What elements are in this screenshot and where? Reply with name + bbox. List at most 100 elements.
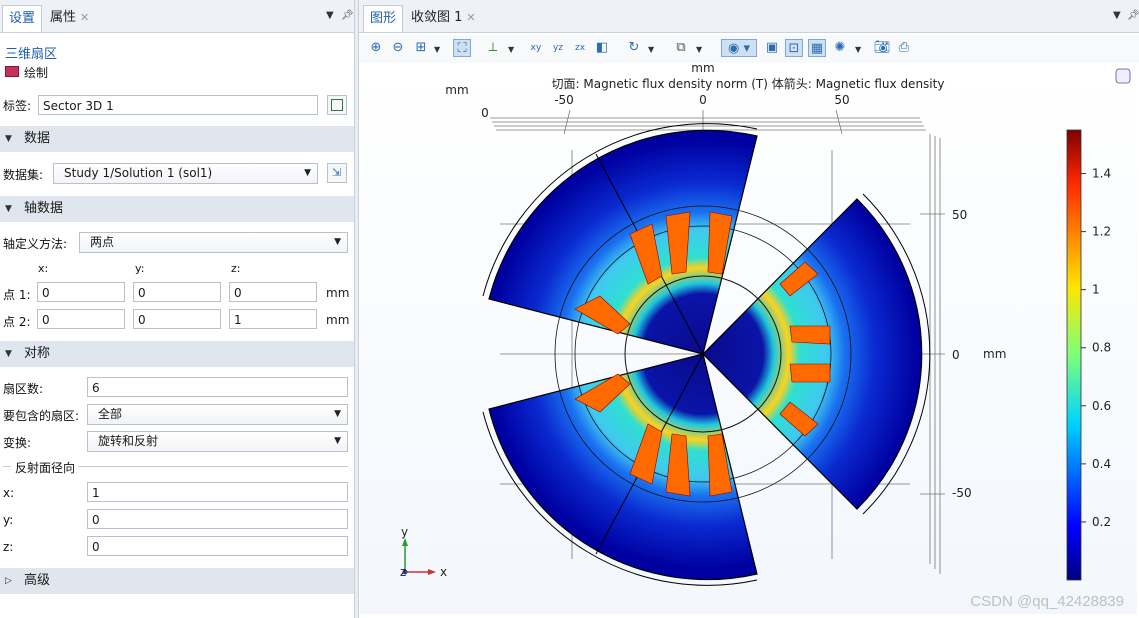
x-tick-label: 50 (834, 93, 849, 107)
triad-x-label: x (440, 565, 447, 579)
section-advanced[interactable]: ▷ 高级 (0, 568, 354, 594)
chevron-down-icon[interactable]: ▼ (855, 45, 861, 54)
tab-properties-label: 属性 (50, 10, 77, 25)
transform-value: 旋转和反射 (98, 434, 159, 448)
plot-icon (5, 66, 19, 77)
print-icon[interactable]: ⎙ (895, 39, 913, 57)
tab-convergence-plot[interactable]: 收敛图 1 ✕ (405, 5, 482, 31)
point1-y-field[interactable]: 0 (133, 282, 221, 302)
zoom-box-icon[interactable]: ⊞ (412, 39, 430, 57)
plot-canvas[interactable]: mm 切面: Magnetic flux density norm (T) 体箭… (360, 61, 1137, 614)
scene-light-icon[interactable]: ◉ ▾ (721, 39, 757, 57)
zoom-out-icon[interactable]: ⊖ (389, 39, 407, 57)
label-edit-button[interactable] (327, 95, 347, 115)
section-axis-data[interactable]: ▼ 轴数据 (0, 196, 354, 222)
section-data-label: 数据 (24, 131, 51, 146)
view-zx-icon[interactable]: zx (571, 39, 589, 57)
refl-y-field[interactable]: 0 (87, 509, 348, 529)
triad-y-label: y (401, 525, 408, 539)
point2-unit: mm (326, 313, 350, 327)
right-tab-bar: 图形 收敛图 1 ✕ ▼ 📌︎ (359, 0, 1139, 33)
transparency-icon[interactable]: ▣ (763, 39, 781, 57)
plot-button-label: 绘制 (24, 66, 49, 80)
camera-icon[interactable]: 📷︎ (873, 39, 891, 57)
close-icon[interactable]: ✕ (466, 11, 475, 24)
view-default-icon[interactable]: ◧ (593, 39, 611, 57)
legend-toggle-icon[interactable] (1115, 68, 1131, 84)
refl-z-field[interactable]: 0 (87, 536, 348, 556)
axis-method-value: 两点 (90, 235, 115, 249)
axis-unit-left: mm (445, 83, 468, 97)
point2-y-field[interactable]: 0 (133, 309, 221, 329)
refl-x-caption: x: (3, 486, 15, 500)
axis-unit-right: mm (983, 347, 1006, 361)
axis-orientation-icon[interactable]: ⟂ (484, 39, 502, 57)
coordinate-triad: y x z (400, 525, 447, 579)
sector-right (702, 198, 923, 510)
tab-properties[interactable]: 属性 ✕ (44, 5, 95, 31)
point2-x-field[interactable]: 0 (37, 309, 125, 329)
colorbar-tick-label: 1.4 (1092, 167, 1111, 181)
point1-x-field[interactable]: 0 (37, 282, 125, 302)
pin-icon[interactable]: 📌︎ (1127, 10, 1139, 21)
section-advanced-label: 高级 (24, 573, 51, 588)
dataset-select[interactable]: Study 1/Solution 1 (sol1) ▼ (53, 163, 318, 184)
sectors-include-select[interactable]: 全部 ▼ (87, 404, 348, 425)
watermark: CSDN @qq_42428839 (970, 593, 1124, 610)
tab-graphics[interactable]: 图形 (363, 5, 404, 32)
point1-caption: 点 1: (3, 288, 31, 302)
grid-icon[interactable]: ▦ (808, 39, 826, 57)
tab-convergence-label: 收敛图 1 (411, 10, 463, 25)
left-tab-bar: 设置 属性 ✕ ▼ 📌︎ (0, 0, 354, 33)
label-field[interactable]: Sector 3D 1 (38, 95, 318, 115)
section-symmetry-label: 对称 (24, 346, 51, 361)
view-yz-icon[interactable]: yz (549, 39, 567, 57)
rotate-icon[interactable]: ↻ (625, 39, 643, 57)
point1-unit: mm (326, 286, 350, 300)
point1-z-field[interactable]: 0 (229, 282, 317, 302)
sector-count-field[interactable]: 6 (87, 377, 348, 397)
section-axis-data-label: 轴数据 (24, 201, 64, 216)
chevron-down-icon[interactable]: ▼ (326, 10, 334, 21)
colorbar-tick-label: 0.4 (1092, 457, 1111, 471)
zoom-extents-icon[interactable]: ⛶ (453, 39, 471, 57)
col-z-label: z: (231, 262, 241, 275)
wireframe-icon[interactable]: ⊡ (785, 39, 803, 57)
pin-icon[interactable]: 📌︎ (341, 10, 354, 21)
close-icon[interactable]: ✕ (80, 11, 89, 24)
tab-settings[interactable]: 设置 (2, 5, 43, 32)
render-mode-icon[interactable]: ⧉ (672, 39, 690, 57)
point2-z-field[interactable]: 1 (229, 309, 317, 329)
transform-select[interactable]: 旋转和反射 ▼ (87, 431, 348, 452)
light-options-icon[interactable]: ✺ (831, 39, 849, 57)
zoom-in-icon[interactable]: ⊕ (367, 39, 385, 57)
graphics-toolbar: ⊕ ⊖ ⊞ ▼ ⛶ ⟂ ▼ xy yz zx ◧ ↻ ▼ ⧉ ▼ ◉ ▾ ▣ ⊡… (359, 35, 1139, 63)
goto-source-icon: ⇲ (332, 166, 342, 179)
node-title: 三维扇区 (5, 47, 58, 62)
dataset-goto-button[interactable]: ⇲ (327, 163, 347, 183)
refl-x-field[interactable]: 1 (87, 482, 348, 502)
chevron-down-icon[interactable]: ▼ (434, 45, 440, 54)
chevron-down-icon[interactable]: ▼ (696, 45, 702, 54)
section-symmetry[interactable]: ▼ 对称 (0, 341, 354, 367)
chevron-down-icon: ▼ (304, 168, 311, 178)
plot-svg[interactable]: mm 切面: Magnetic flux density norm (T) 体箭… (360, 61, 1137, 614)
group-divider (78, 466, 348, 467)
chevron-down-icon[interactable]: ▼ (1113, 10, 1121, 21)
axis-unit-top: mm (691, 64, 714, 75)
settings-panel: 设置 属性 ✕ ▼ 📌︎ 三维扇区 绘制 标签: Sector 3D 1 ▼ 数据 … (0, 0, 355, 618)
view-xy-icon[interactable]: xy (527, 39, 545, 57)
collapse-icon: ▼ (5, 204, 12, 214)
section-data[interactable]: ▼ 数据 (0, 126, 354, 152)
axis-method-select[interactable]: 两点 ▼ (79, 232, 348, 253)
axis-method-caption: 轴定义方法: (3, 237, 68, 251)
plot-title: 切面: Magnetic flux density norm (T) 体箭头: … (552, 76, 945, 91)
colorbar (1066, 129, 1082, 581)
refl-y-caption: y: (3, 513, 14, 527)
chevron-down-icon[interactable]: ▼ (508, 45, 514, 54)
colorbar-tick-label: 1 (1092, 283, 1100, 297)
chevron-down-icon[interactable]: ▼ (648, 45, 654, 54)
collapse-icon: ▼ (5, 134, 12, 144)
sector-count-caption: 扇区数: (3, 382, 44, 396)
x-tick-label: 0 (699, 93, 707, 107)
